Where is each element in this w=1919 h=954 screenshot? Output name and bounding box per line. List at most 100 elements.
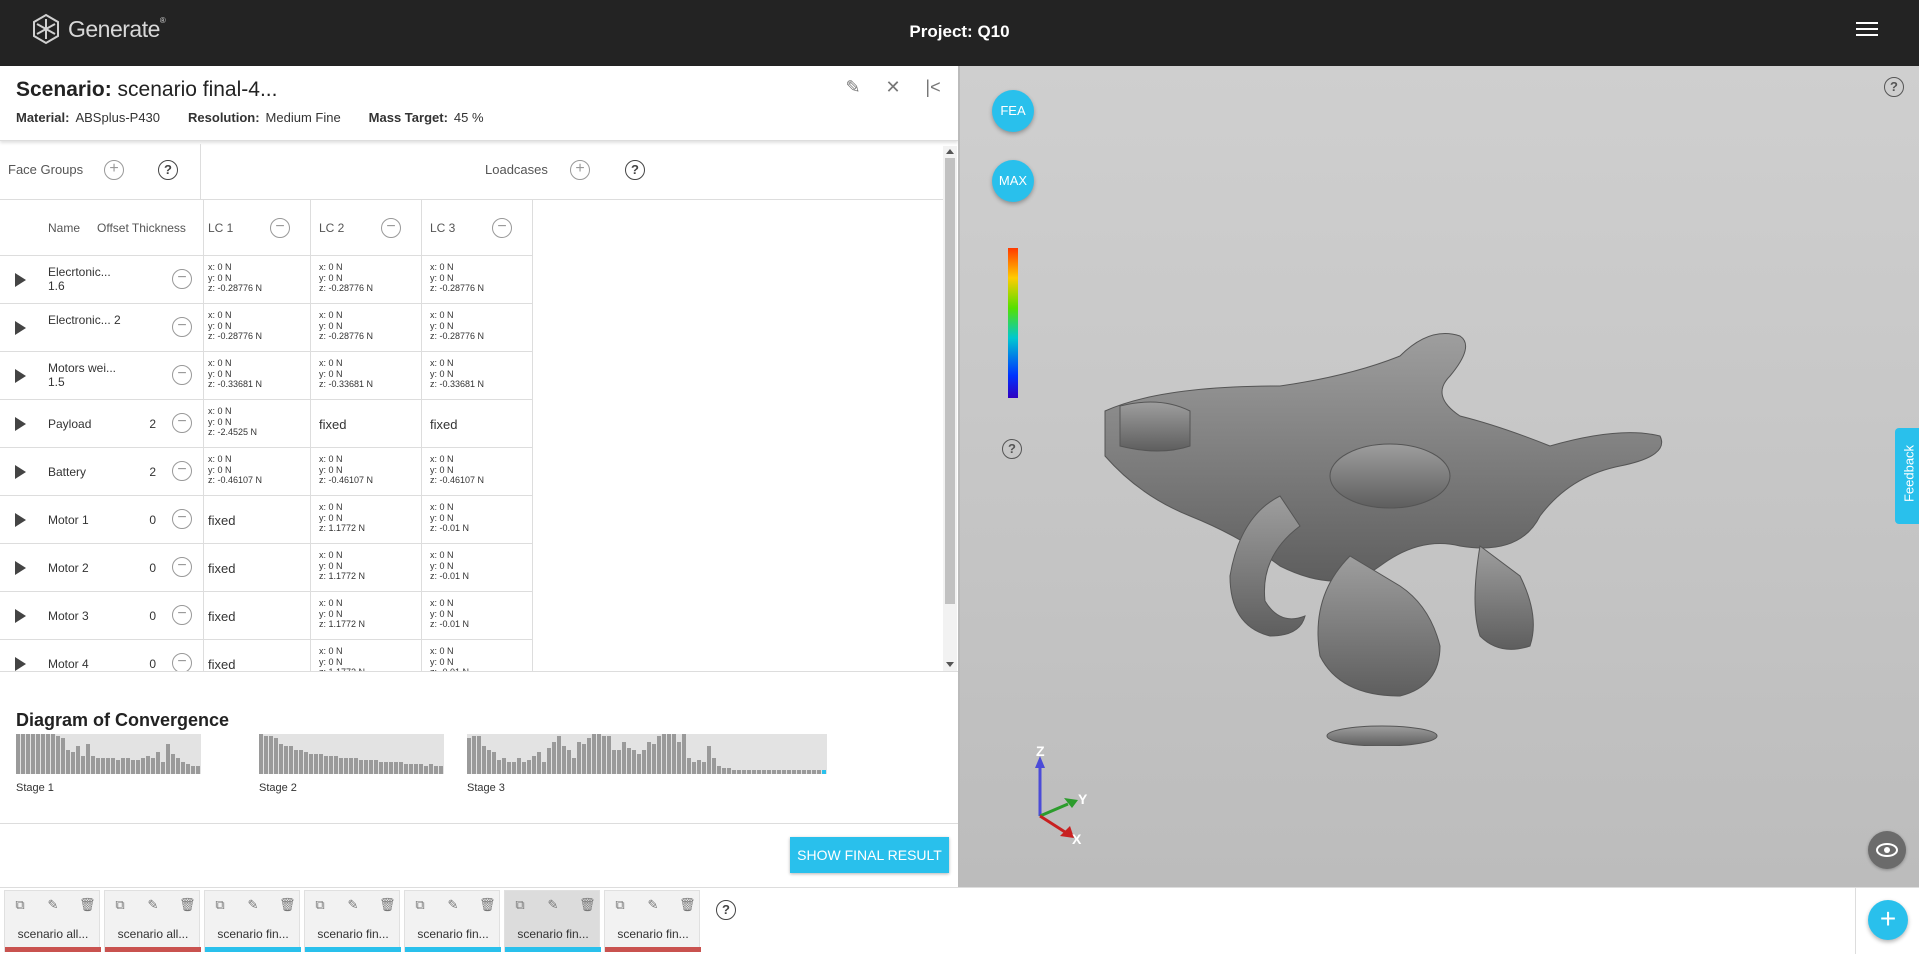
edit-pencil-icon[interactable]: ✎ (546, 897, 560, 913)
remove-face-group-icon[interactable]: − (172, 365, 192, 385)
close-icon[interactable]: ✕ (882, 76, 904, 98)
lc2-fixed-cell[interactable]: fixed (319, 417, 346, 432)
scenario-tab[interactable]: ⧉ ✎ 🗑 scenario fin... (204, 890, 301, 952)
expand-row-icon[interactable] (15, 561, 26, 575)
trash-icon[interactable]: 🗑 (379, 897, 396, 913)
lc1-fixed-cell[interactable]: fixed (208, 609, 235, 624)
color-scale-help-icon[interactable]: ? (1002, 439, 1022, 459)
remove-face-group-icon[interactable]: − (172, 269, 192, 289)
add-loadcase-icon[interactable]: + (570, 160, 590, 180)
expand-row-icon[interactable] (15, 369, 26, 383)
collapse-panel-icon[interactable]: |< (922, 76, 944, 98)
lc1-force-cell[interactable]: x: 0 Ny: 0 Nz: -0.33681 N (208, 358, 262, 390)
edit-pencil-icon[interactable]: ✎ (842, 76, 864, 98)
lc3-force-cell[interactable]: x: 0 Ny: 0 Nz: -0.28776 N (430, 262, 484, 294)
scenario-tab[interactable]: ⧉ ✎ 🗑 scenario fin... (504, 890, 601, 952)
edit-pencil-icon[interactable]: ✎ (646, 897, 660, 913)
lc1-fixed-cell[interactable]: fixed (208, 513, 235, 528)
lc3-force-cell[interactable]: x: 0 Ny: 0 Nz: -0.28776 N (430, 310, 484, 342)
lc3-force-cell[interactable]: x: 0 Ny: 0 Nz: -0.33681 N (430, 358, 484, 390)
edit-pencil-icon[interactable]: ✎ (246, 897, 260, 913)
remove-face-group-icon[interactable]: − (172, 605, 192, 625)
remove-face-group-icon[interactable]: − (172, 413, 192, 433)
lc1-fixed-cell[interactable]: fixed (208, 657, 235, 671)
expand-row-icon[interactable] (15, 513, 26, 527)
lc3-force-cell[interactable]: x: 0 Ny: 0 Nz: -0.01 N (430, 646, 469, 671)
trash-icon[interactable]: 🗑 (279, 897, 296, 913)
remove-lc3-icon[interactable]: − (492, 218, 512, 238)
offset-thickness-value[interactable]: 0 (140, 657, 156, 671)
expand-row-icon[interactable] (15, 321, 26, 335)
scroll-up-arrow-icon[interactable] (946, 149, 954, 154)
max-button[interactable]: MAX (992, 160, 1034, 202)
trash-icon[interactable]: 🗑 (679, 897, 696, 913)
lc3-fixed-cell[interactable]: fixed (430, 417, 457, 432)
trash-icon[interactable]: 🗑 (179, 897, 196, 913)
expand-row-icon[interactable] (15, 417, 26, 431)
tabs-help-icon[interactable]: ? (716, 900, 736, 920)
scenario-tab[interactable]: ⧉ ✎ 🗑 scenario all... (4, 890, 101, 952)
lc2-force-cell[interactable]: x: 0 Ny: 0 Nz: 1.1772 N (319, 598, 365, 630)
scenario-tab[interactable]: ⧉ ✎ 🗑 scenario fin... (404, 890, 501, 952)
table-scrollbar[interactable] (943, 146, 957, 671)
copy-icon[interactable]: ⧉ (613, 897, 627, 913)
lc1-force-cell[interactable]: x: 0 Ny: 0 Nz: -0.28776 N (208, 262, 262, 294)
scroll-thumb[interactable] (945, 158, 955, 604)
lc2-force-cell[interactable]: x: 0 Ny: 0 Nz: -0.33681 N (319, 358, 373, 390)
face-groups-help-icon[interactable]: ? (158, 160, 178, 180)
lc1-force-cell[interactable]: x: 0 Ny: 0 Nz: -0.46107 N (208, 454, 262, 486)
feedback-tab[interactable]: Feedback (1895, 428, 1919, 524)
expand-row-icon[interactable] (15, 657, 26, 671)
3d-viewport[interactable]: FEA MAX ? ? Z Y X Feedback (958, 66, 1919, 887)
lc3-force-cell[interactable]: x: 0 Ny: 0 Nz: -0.01 N (430, 550, 469, 582)
fea-button[interactable]: FEA (992, 90, 1034, 132)
remove-face-group-icon[interactable]: − (172, 653, 192, 671)
lc3-force-cell[interactable]: x: 0 Ny: 0 Nz: -0.01 N (430, 598, 469, 630)
remove-face-group-icon[interactable]: − (172, 557, 192, 577)
remove-face-group-icon[interactable]: − (172, 461, 192, 481)
visibility-eye-icon[interactable] (1868, 831, 1906, 869)
trash-icon[interactable]: 🗑 (579, 897, 596, 913)
lc1-force-cell[interactable]: x: 0 Ny: 0 Nz: -2.4525 N (208, 406, 257, 438)
lc1-force-cell[interactable]: x: 0 Ny: 0 Nz: -0.28776 N (208, 310, 262, 342)
remove-face-group-icon[interactable]: − (172, 317, 192, 337)
expand-row-icon[interactable] (15, 609, 26, 623)
remove-lc2-icon[interactable]: − (381, 218, 401, 238)
copy-icon[interactable]: ⧉ (113, 897, 127, 913)
show-final-result-button[interactable]: SHOW FINAL RESULT (790, 837, 949, 873)
expand-row-icon[interactable] (15, 273, 26, 287)
lc1-fixed-cell[interactable]: fixed (208, 561, 235, 576)
hamburger-menu-icon[interactable] (1856, 22, 1878, 42)
scenario-tab[interactable]: ⧉ ✎ 🗑 scenario fin... (304, 890, 401, 952)
lc2-force-cell[interactable]: x: 0 Ny: 0 Nz: -0.46107 N (319, 454, 373, 486)
copy-icon[interactable]: ⧉ (213, 897, 227, 913)
copy-icon[interactable]: ⧉ (313, 897, 327, 913)
offset-thickness-value[interactable]: 0 (140, 513, 156, 527)
edit-pencil-icon[interactable]: ✎ (46, 897, 60, 913)
trash-icon[interactable]: 🗑 (479, 897, 496, 913)
lc2-force-cell[interactable]: x: 0 Ny: 0 Nz: 1.1772 N (319, 502, 365, 534)
edit-pencil-icon[interactable]: ✎ (146, 897, 160, 913)
lc2-force-cell[interactable]: x: 0 Ny: 0 Nz: -0.28776 N (319, 310, 373, 342)
loadcases-help-icon[interactable]: ? (625, 160, 645, 180)
expand-row-icon[interactable] (15, 465, 26, 479)
remove-lc1-icon[interactable]: − (270, 218, 290, 238)
offset-thickness-value[interactable]: 2 (140, 465, 156, 479)
remove-face-group-icon[interactable]: − (172, 509, 192, 529)
copy-icon[interactable]: ⧉ (413, 897, 427, 913)
viewport-help-icon[interactable]: ? (1884, 77, 1904, 97)
lc2-force-cell[interactable]: x: 0 Ny: 0 Nz: -0.28776 N (319, 262, 373, 294)
add-scenario-button[interactable]: + (1868, 900, 1908, 940)
lc2-force-cell[interactable]: x: 0 Ny: 0 Nz: 1.1772 N (319, 550, 365, 582)
add-face-group-icon[interactable]: + (104, 160, 124, 180)
scenario-tab[interactable]: ⧉ ✎ 🗑 scenario fin... (604, 890, 701, 952)
scroll-down-arrow-icon[interactable] (946, 662, 954, 667)
app-logo[interactable]: Generate® (30, 12, 166, 46)
offset-thickness-value[interactable]: 0 (140, 561, 156, 575)
scenario-tab[interactable]: ⧉ ✎ 🗑 scenario all... (104, 890, 201, 952)
offset-thickness-value[interactable]: 0 (140, 609, 156, 623)
edit-pencil-icon[interactable]: ✎ (346, 897, 360, 913)
trash-icon[interactable]: 🗑 (79, 897, 96, 913)
copy-icon[interactable]: ⧉ (13, 897, 27, 913)
lc3-force-cell[interactable]: x: 0 Ny: 0 Nz: -0.46107 N (430, 454, 484, 486)
